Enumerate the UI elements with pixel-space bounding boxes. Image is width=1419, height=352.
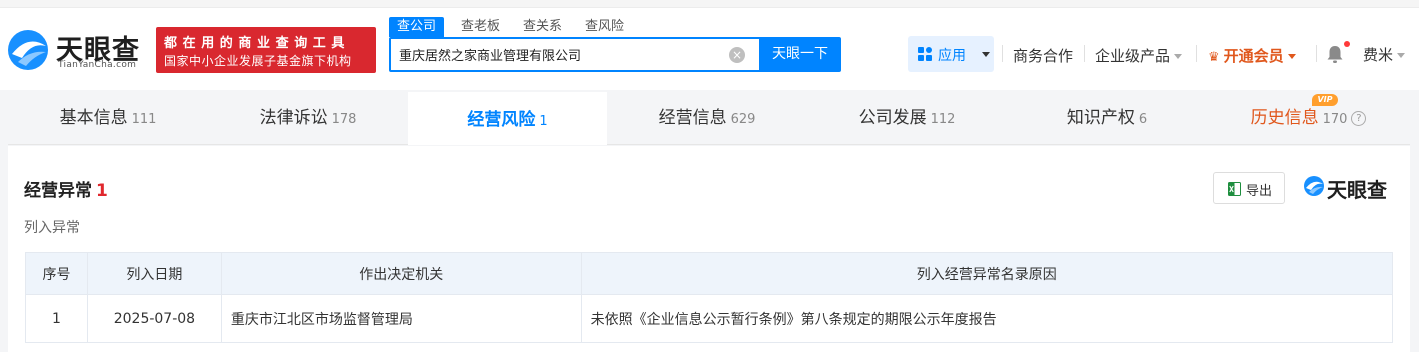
search-tab-risk[interactable]: 查风险 — [577, 17, 632, 37]
chevron-down-icon — [1174, 54, 1183, 59]
tab-label: 基本信息 — [59, 108, 128, 128]
tab-basic-info[interactable]: 基本信息 111 — [8, 92, 208, 145]
tab-count: 1 — [539, 114, 548, 129]
tab-company-development[interactable]: 公司发展 112 — [807, 92, 1007, 145]
export-label: 导出 — [1246, 184, 1273, 199]
cell-authority: 重庆市江北区市场监督管理局 — [220, 294, 582, 343]
watermark-text: 天眼查 — [1327, 178, 1387, 202]
section-subtitle: 列入异常 — [24, 220, 80, 236]
tab-count: 111 — [131, 112, 157, 127]
table-row: 1 2025-07-08 重庆市江北区市场监督管理局 未依照《企业信息公示暂行条… — [25, 294, 1394, 343]
nav-enterprise-label: 企业级产品 — [1095, 47, 1171, 65]
apps-grid-icon — [918, 47, 932, 61]
tab-count: 112 — [930, 112, 956, 127]
vip-badge: VIP — [1312, 94, 1338, 106]
notification-dot — [1344, 41, 1350, 47]
tab-legal[interactable]: 法律诉讼 178 — [208, 92, 408, 145]
nav-divider — [1316, 45, 1317, 62]
tab-label: 知识产权 — [1066, 108, 1135, 128]
tab-label: 经营信息 — [658, 108, 727, 128]
export-button[interactable]: 导出 — [1213, 172, 1285, 204]
section-title: 经营异常 1 — [24, 176, 108, 201]
tab-count: 170 — [1322, 112, 1348, 127]
brand-watermark: 天眼查 — [1303, 173, 1395, 202]
column-header: 列入日期 — [86, 252, 222, 295]
site-logo[interactable]: 天眼查 TianYanCha.com — [6, 26, 150, 74]
bell-icon[interactable] — [1326, 44, 1344, 64]
abnormal-table: 序号 列入日期 作出决定机关 列入经营异常名录原因 1 2025-07-08 重… — [25, 252, 1394, 343]
search-tab-boss[interactable]: 查老板 — [453, 17, 508, 37]
clear-icon[interactable]: × — [729, 47, 745, 63]
cell-reason: 未依照《企业信息公示暂行条例》第八条规定的期限公示年度报告 — [580, 294, 1394, 343]
tab-history[interactable]: 历史信息 170? — [1207, 92, 1410, 145]
apps-menu-button[interactable]: 应用 — [908, 36, 994, 72]
tab-label: 公司发展 — [858, 108, 927, 128]
tab-label: 历史信息 — [1250, 108, 1319, 128]
nav-divider — [1002, 45, 1003, 62]
column-header: 列入经营异常名录原因 — [580, 252, 1394, 295]
slogan-banner: 都在用的商业查询工具 国家中小企业发展子基金旗下机构 — [156, 27, 376, 73]
tab-count: 178 — [331, 112, 357, 127]
slogan-line-1: 都在用的商业查询工具 — [164, 36, 351, 51]
vip-menu[interactable]: ♛ 开通会员 — [1208, 45, 1296, 66]
tab-label: 法律诉讼 — [259, 108, 328, 128]
apps-label: 应用 — [938, 48, 966, 64]
chevron-down-icon — [1397, 53, 1406, 58]
search-tab-company[interactable]: 查公司 — [389, 17, 445, 37]
top-strip — [0, 0, 1419, 8]
search-button[interactable]: 天眼一下 — [759, 37, 841, 72]
logo-domain: TianYanCha.com — [58, 60, 137, 70]
nav-divider — [1196, 45, 1197, 62]
search-box: × 天眼一下 — [389, 37, 841, 72]
operating-abnormal-panel: 经营异常 1 列入异常 导出 天眼查 序号 列入日期 作出决定机关 列入经营异常名… — [8, 146, 1410, 352]
user-menu[interactable]: 费米 — [1363, 44, 1406, 65]
search-input[interactable] — [391, 39, 759, 70]
crown-icon: ♛ — [1208, 50, 1220, 65]
slogan-line-2: 国家中小企业发展子基金旗下机构 — [164, 54, 352, 68]
chevron-down-icon — [982, 52, 990, 57]
chevron-down-icon — [1287, 54, 1296, 59]
tab-operating-info[interactable]: 经营信息 629 — [607, 92, 807, 145]
tab-label: 经营风险 — [467, 110, 536, 130]
nav-business-link[interactable]: 商务合作 — [1013, 45, 1073, 66]
eye-logo-icon — [8, 30, 48, 70]
tab-count: 629 — [730, 112, 756, 127]
nav-divider — [1084, 45, 1085, 62]
cell-index: 1 — [25, 294, 88, 343]
vip-label: 开通会员 — [1223, 47, 1284, 65]
company-tabs: 基本信息 111 法律诉讼 178 经营风险 1 经营信息 629 公司发展 112 知识… — [8, 92, 1410, 145]
cell-date: 2025-07-08 — [86, 294, 222, 343]
user-name: 费米 — [1363, 46, 1394, 64]
top-header: 天眼查 TianYanCha.com 都在用的商业查询工具 国家中小企业发展子基… — [0, 0, 1419, 90]
eye-logo-icon — [1304, 176, 1324, 196]
search-tab-relation[interactable]: 查关系 — [515, 17, 570, 37]
column-header: 作出决定机关 — [220, 252, 582, 295]
column-header: 序号 — [25, 252, 88, 295]
tab-operating-risk[interactable]: 经营风险 1 — [408, 92, 607, 145]
section-title-text: 经营异常 — [24, 181, 92, 201]
excel-icon — [1228, 182, 1241, 196]
tab-ip[interactable]: 知识产权 6 — [1007, 92, 1207, 145]
nav-enterprise-menu[interactable]: 企业级产品 — [1095, 45, 1183, 66]
table-header-row: 序号 列入日期 作出决定机关 列入经营异常名录原因 — [25, 252, 1394, 295]
tab-count: 6 — [1138, 112, 1148, 127]
help-icon[interactable]: ? — [1351, 110, 1367, 126]
section-count: 1 — [96, 181, 108, 201]
